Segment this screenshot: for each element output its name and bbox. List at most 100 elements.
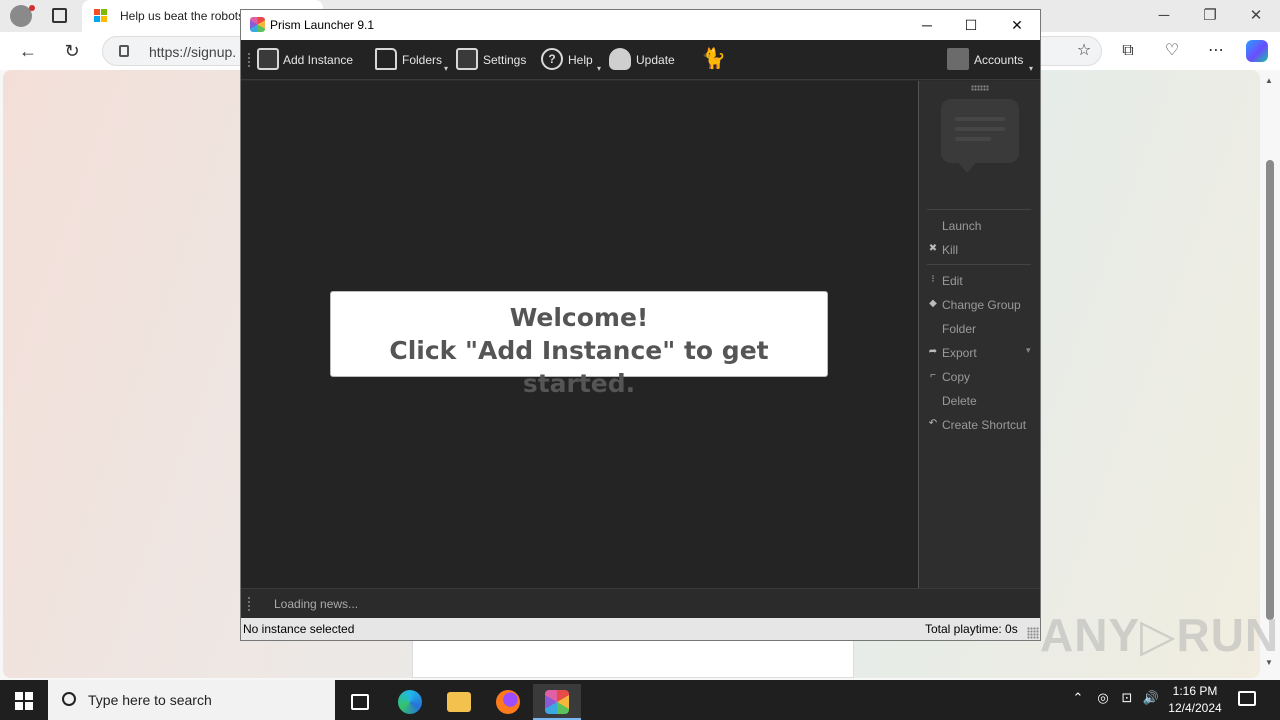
- launch-action[interactable]: Launch: [919, 215, 1041, 237]
- app-close-button[interactable]: ✕: [1007, 15, 1027, 35]
- browser-restore-button[interactable]: ❐: [1200, 6, 1220, 26]
- security-tray-icon[interactable]: ◎: [1093, 690, 1113, 706]
- windows-start-icon[interactable]: [15, 692, 33, 710]
- cat-button[interactable]: 🐈: [701, 48, 726, 72]
- settings-button[interactable]: Settings: [456, 48, 532, 72]
- help-icon: ?: [541, 48, 563, 70]
- news-status[interactable]: Loading news...: [274, 597, 358, 611]
- page-scrollbar[interactable]: ▲ ▼: [1262, 70, 1278, 676]
- status-bar: No instance selected Total playtime: 0s: [241, 618, 1040, 640]
- taskbar-file-explorer[interactable]: [435, 684, 483, 720]
- tray-overflow-icon[interactable]: ⌃: [1068, 690, 1088, 706]
- delete-label: Delete: [942, 394, 977, 408]
- edit-action[interactable]: ⁝ Edit: [919, 270, 1041, 292]
- news-toolbar: Loading news...: [241, 588, 1040, 618]
- account-avatar-icon: [947, 48, 969, 70]
- accounts-button[interactable]: Accounts ▾: [947, 48, 1037, 73]
- app-maximize-button[interactable]: ☐: [961, 15, 981, 35]
- scroll-up-icon[interactable]: ▲: [1265, 76, 1273, 85]
- edit-label: Edit: [942, 274, 963, 288]
- export-action[interactable]: ➦ Export ▾: [919, 342, 1041, 364]
- tag-icon: ◆: [929, 298, 937, 309]
- folders-label: Folders: [402, 53, 443, 67]
- create-shortcut-action[interactable]: ↶ Create Shortcut: [919, 414, 1041, 436]
- news-line: [955, 117, 1005, 121]
- folders-button[interactable]: Folders ▾: [375, 48, 451, 73]
- notification-center-icon[interactable]: [1238, 691, 1256, 706]
- change-group-action[interactable]: ◆ Change Group: [919, 294, 1041, 316]
- taskbar-prism-launcher[interactable]: [533, 684, 581, 720]
- export-icon: ➦: [928, 346, 938, 357]
- add-instance-label: Add Instance: [283, 53, 354, 67]
- news-bubble-tail: [957, 161, 977, 173]
- folder-action[interactable]: Folder: [919, 318, 1041, 340]
- more-menu-icon[interactable]: ⋯: [1205, 41, 1227, 63]
- newsbar-grip[interactable]: [247, 596, 251, 612]
- task-view-button[interactable]: [336, 684, 384, 720]
- cloud-download-icon: [609, 48, 631, 70]
- news-line: [955, 127, 1005, 131]
- add-instance-button[interactable]: Add Instance: [257, 48, 357, 72]
- copy-icon: ⌐: [930, 370, 936, 381]
- launch-label: Launch: [942, 219, 982, 233]
- instance-actions-panel: Launch ✖ Kill ⁝ Edit ◆ Change Group Fold…: [918, 81, 1040, 588]
- taskbar-firefox[interactable]: [484, 684, 532, 720]
- resize-grip[interactable]: [1027, 627, 1039, 639]
- edit-icon: ⁝: [931, 274, 935, 285]
- microsoft-logo-icon: [94, 9, 108, 23]
- toolbar-grip[interactable]: [247, 52, 251, 68]
- prism-launcher-icon: [545, 690, 569, 714]
- main-toolbar: Add Instance Folders ▾ Settings ? Help ▾…: [241, 40, 1040, 80]
- app-titlebar[interactable]: Prism Launcher 9.1 ─ ☐ ✕: [241, 10, 1040, 40]
- lock-icon[interactable]: [119, 45, 129, 57]
- update-button[interactable]: Update: [609, 48, 681, 72]
- playtime-status: Total playtime: 0s: [925, 622, 1018, 636]
- export-dropdown-icon: ▾: [1026, 345, 1031, 355]
- accounts-label: Accounts: [974, 53, 1024, 67]
- news-line: [955, 137, 991, 141]
- browser-minimize-button[interactable]: ─: [1154, 6, 1174, 26]
- tab-title: Help us beat the robots: [120, 9, 245, 23]
- volume-icon[interactable]: 🔊: [1141, 690, 1161, 706]
- kill-icon: ✖: [928, 243, 938, 254]
- search-icon: [62, 692, 76, 706]
- shortcut-icon: ↶: [928, 418, 938, 429]
- network-icon[interactable]: ⊡: [1117, 690, 1137, 706]
- settings-label: Settings: [483, 53, 527, 67]
- separator: [927, 209, 1031, 210]
- browser-close-button[interactable]: ✕: [1246, 6, 1266, 26]
- help-button[interactable]: ? Help ▾: [541, 48, 605, 73]
- taskbar-search[interactable]: Type here to search: [48, 680, 335, 720]
- folder-icon: [375, 48, 397, 70]
- change-group-label: Change Group: [942, 298, 1021, 312]
- delete-action[interactable]: Delete: [919, 390, 1041, 412]
- app-title: Prism Launcher 9.1: [270, 18, 375, 32]
- copilot-icon[interactable]: [1246, 40, 1268, 62]
- task-view-icon: [351, 694, 369, 710]
- folders-dropdown-icon: ▾: [444, 64, 449, 73]
- search-placeholder[interactable]: Type here to search: [88, 692, 212, 708]
- system-clock[interactable]: 1:16 PM 12/4/2024: [1160, 683, 1230, 717]
- add-instance-icon: [257, 48, 279, 70]
- news-placeholder-icon: [941, 99, 1019, 173]
- selection-status: No instance selected: [243, 622, 355, 636]
- prism-launcher-window: Prism Launcher 9.1 ─ ☐ ✕ Add Instance Fo…: [240, 9, 1041, 641]
- url-text[interactable]: https://signup.: [149, 44, 236, 60]
- folder-label: Folder: [942, 322, 977, 336]
- taskbar-edge[interactable]: [386, 684, 434, 720]
- notification-dot-icon: [29, 5, 35, 11]
- instance-view[interactable]: Welcome! Click "Add Instance" to get sta…: [241, 81, 918, 588]
- app-minimize-button[interactable]: ─: [917, 15, 937, 35]
- file-explorer-icon: [447, 692, 471, 712]
- panel-grip[interactable]: [971, 85, 989, 91]
- browser-essentials-icon[interactable]: ♡: [1161, 41, 1183, 63]
- scroll-thumb[interactable]: [1266, 160, 1274, 620]
- favorites-icon[interactable]: ☆: [1073, 41, 1095, 63]
- collections-icon[interactable]: ⧉: [1117, 41, 1139, 63]
- kill-action[interactable]: ✖ Kill: [919, 239, 1041, 261]
- refresh-button[interactable]: ↻: [61, 40, 83, 62]
- help-dropdown-icon: ▾: [597, 64, 602, 73]
- copy-action[interactable]: ⌐ Copy: [919, 366, 1041, 388]
- tab-actions-icon[interactable]: [52, 8, 67, 23]
- back-button[interactable]: ←: [17, 40, 39, 62]
